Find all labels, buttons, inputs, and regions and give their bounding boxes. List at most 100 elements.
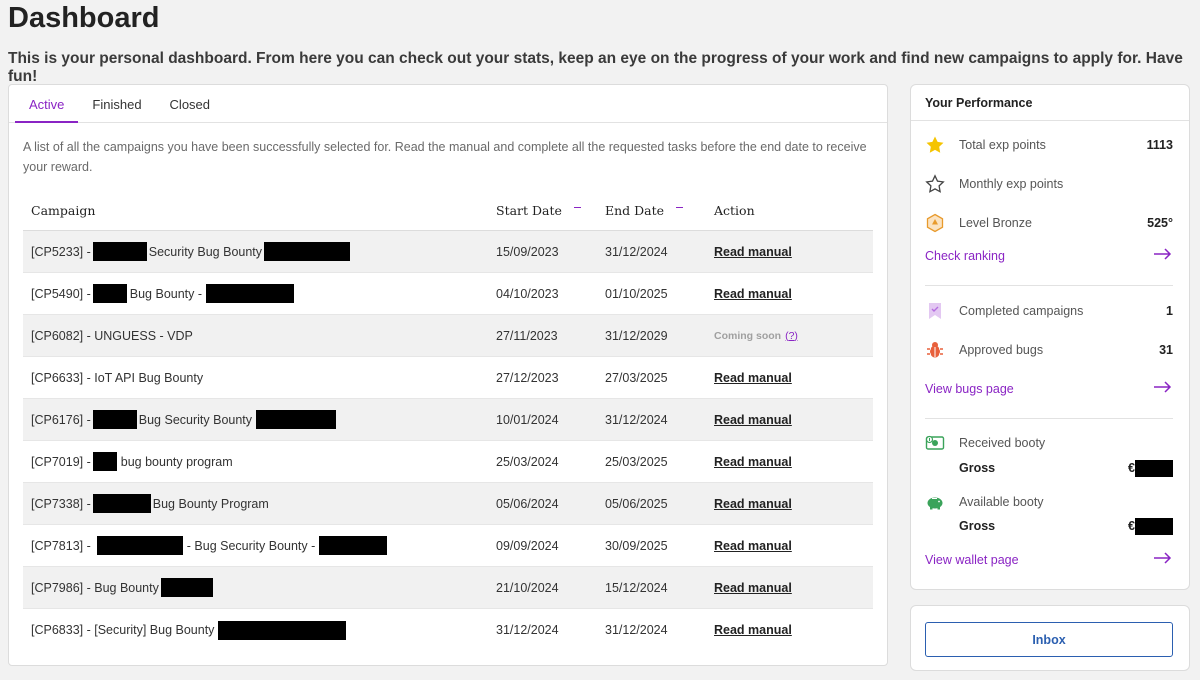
redaction-bar [206, 284, 295, 303]
end-date-cell: 15/12/2024 [605, 580, 668, 595]
end-date-cell: 31/12/2029 [605, 328, 668, 343]
column-header-start-date[interactable]: Start Date [496, 203, 605, 218]
sort-icon[interactable] [676, 206, 684, 209]
read-manual-link[interactable]: Read manual [714, 245, 792, 259]
tab-finished[interactable]: Finished [78, 85, 155, 122]
inbox-card: Inbox [910, 605, 1190, 671]
available-booty-row: Available booty [925, 490, 1173, 514]
read-manual-link[interactable]: Read manual [714, 413, 792, 427]
sort-icon[interactable] [573, 206, 581, 209]
performance-title: Your Performance [911, 85, 1189, 121]
table-row: [CP7019] - bug bounty program 25/03/2024… [23, 441, 873, 483]
view-wallet-link[interactable]: View wallet page [925, 549, 1173, 571]
read-manual-link[interactable]: Read manual [714, 623, 792, 637]
read-manual-link[interactable]: Read manual [714, 371, 792, 385]
start-date-cell: 04/10/2023 [496, 286, 559, 301]
approved-bugs-row: Approved bugs 31 [925, 338, 1173, 362]
start-date-cell: 05/06/2024 [496, 496, 559, 511]
campaigns-description: A list of all the campaigns you have bee… [23, 140, 867, 174]
redaction-bar [160, 578, 213, 597]
table-row: [CP6082] - UNGUESS - VDP 27/11/2023 31/1… [23, 315, 873, 357]
performance-card: Your Performance Total exp points 1113 M… [910, 84, 1190, 590]
total-exp-value: 1113 [1146, 138, 1173, 152]
action-cell: Read manual [714, 497, 873, 511]
campaign-name-cell: [CP5490] - Bug Bounty - [23, 284, 496, 303]
campaign-name-cell: [CP7986] - Bug Bounty [23, 578, 496, 597]
table-row: [CP7813] - - Bug Security Bounty - 09/09… [23, 525, 873, 567]
campaign-code: [CP6633] - IoT API Bug Bounty [31, 370, 204, 385]
tab-closed[interactable]: Closed [156, 85, 224, 122]
received-booty-row: Received booty [925, 431, 1173, 455]
column-header-campaign: Campaign [31, 203, 96, 218]
campaign-code: [CP7986] - Bug Bounty [31, 580, 159, 595]
table-body: [CP5233] - Security Bug Bounty 15/09/202… [23, 231, 873, 651]
redaction-bar [92, 242, 147, 261]
read-manual-link[interactable]: Read manual [714, 539, 792, 553]
campaign-code: [CP6176] - [31, 412, 91, 427]
arrow-right-icon [1153, 380, 1173, 399]
check-ranking-link[interactable]: Check ranking [925, 245, 1173, 267]
divider [925, 418, 1173, 419]
end-date-cell: 31/12/2024 [605, 412, 668, 427]
campaigns-card: Active Finished Closed A list of all the… [8, 84, 888, 666]
campaign-name-cell: [CP6082] - UNGUESS - VDP [23, 329, 496, 343]
page-subtitle: This is your personal dashboard. From he… [8, 50, 1183, 85]
total-exp-label: Total exp points [959, 138, 1046, 152]
redaction-bar [264, 242, 351, 261]
campaign-title: Bug Security Bounty [138, 412, 253, 427]
column-header-end-date-label: End Date [605, 203, 665, 218]
read-manual-link[interactable]: Read manual [714, 581, 792, 595]
campaign-code: [CP7813] - [31, 538, 91, 553]
action-cell: Read manual [714, 287, 873, 301]
help-link[interactable]: (?) [785, 330, 798, 342]
end-date-cell: 30/09/2025 [605, 538, 668, 553]
column-header-start-date-label: Start Date [496, 203, 562, 218]
level-badge-icon [925, 213, 945, 233]
read-manual-link[interactable]: Read manual [714, 497, 792, 511]
inbox-button[interactable]: Inbox [925, 622, 1173, 657]
currency-symbol: € [1128, 519, 1135, 533]
table-row: [CP6176] - Bug Security Bounty 10/01/202… [23, 399, 873, 441]
view-bugs-label: View bugs page [925, 382, 1014, 396]
available-gross-value: € [1128, 517, 1173, 535]
total-exp-row: Total exp points 1113 [925, 133, 1173, 157]
level-row: Level Bronze 525° [925, 211, 1173, 235]
money-icon [925, 433, 945, 453]
read-manual-link[interactable]: Read manual [714, 287, 792, 301]
campaign-name-cell: [CP6176] - Bug Security Bounty [23, 410, 496, 429]
redaction-bar [96, 536, 183, 555]
action-cell: Coming soon (?) [714, 330, 873, 342]
campaign-name-cell: [CP5233] - Security Bug Bounty [23, 242, 496, 261]
redaction-bar [218, 620, 347, 640]
available-booty-label: Available booty [959, 495, 1044, 509]
action-cell: Read manual [714, 539, 873, 553]
tab-active[interactable]: Active [15, 85, 79, 123]
column-header-action: Action [714, 203, 755, 218]
start-date-cell: 21/10/2024 [496, 580, 559, 595]
campaign-name-cell: [CP7019] - bug bounty program [23, 452, 496, 471]
bug-icon [925, 340, 945, 360]
campaign-name-cell: [CP6833] - [Security] Bug Bounty [23, 620, 496, 640]
campaign-title: Bug Bounty Program [152, 496, 269, 511]
table-row: [CP5490] - Bug Bounty - 04/10/2023 01/10… [23, 273, 873, 315]
action-cell: Read manual [714, 245, 873, 259]
action-cell: Read manual [714, 455, 873, 469]
redaction-bar [92, 284, 127, 303]
campaign-title: - Bug Security Bounty - [186, 538, 316, 553]
column-header-end-date[interactable]: End Date [605, 203, 714, 218]
read-manual-link[interactable]: Read manual [714, 455, 792, 469]
campaign-tabs: Active Finished Closed [9, 85, 887, 123]
campaign-name-cell: [CP7813] - - Bug Security Bounty - [23, 536, 496, 555]
star-filled-icon [925, 135, 945, 155]
action-cell: Read manual [714, 581, 873, 595]
view-bugs-link[interactable]: View bugs page [925, 378, 1173, 400]
completed-campaigns-value: 1 [1166, 304, 1173, 318]
end-date-cell: 31/12/2024 [605, 623, 668, 637]
received-gross-label: Gross [959, 461, 996, 475]
piggy-bank-icon [925, 492, 945, 512]
start-date-cell: 27/11/2023 [496, 328, 558, 343]
available-gross-row: Gross € [959, 516, 1173, 536]
monthly-exp-label: Monthly exp points [959, 177, 1064, 191]
star-outline-icon [925, 174, 945, 194]
start-date-cell: 31/12/2024 [496, 623, 559, 637]
